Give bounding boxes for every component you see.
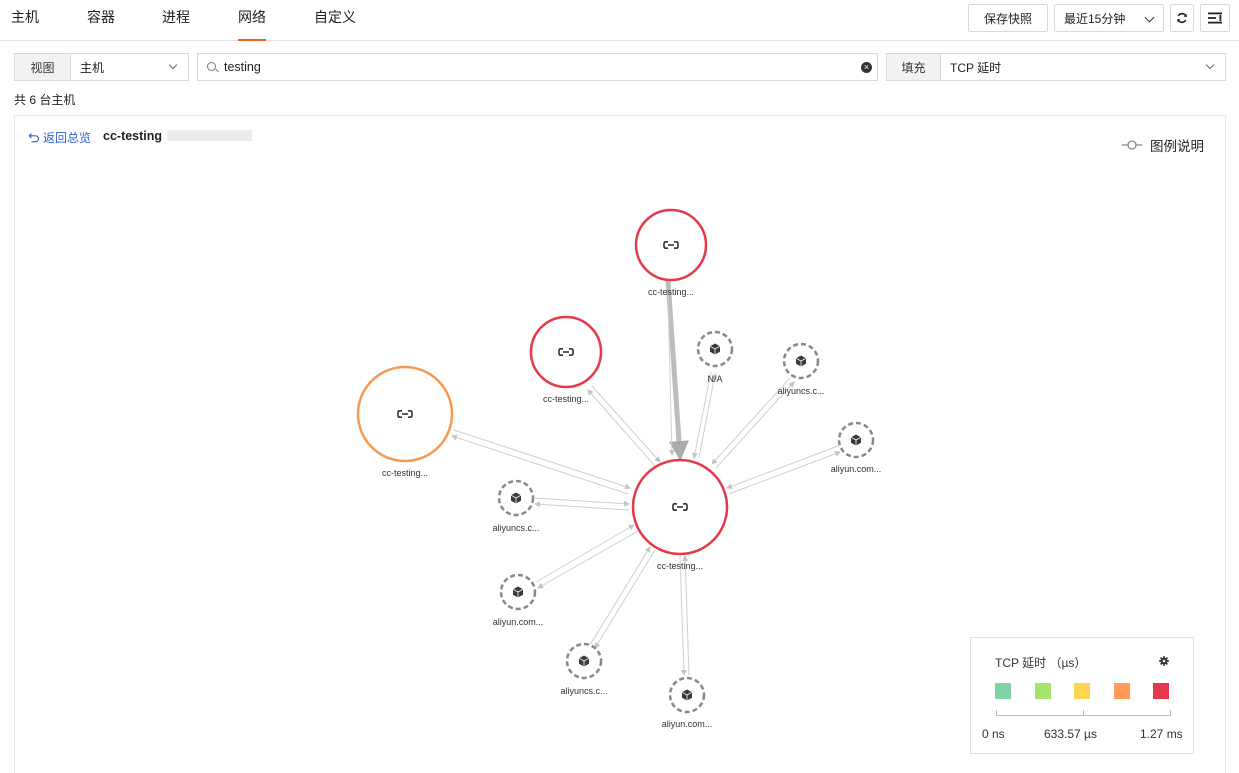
gear-icon[interactable] (1159, 656, 1169, 666)
node-label: aliyuncs.c... (777, 386, 824, 396)
legend-tick-min: 0 ns (982, 727, 1005, 741)
node-label: cc-testing... (382, 468, 428, 478)
node-label: cc-testing... (648, 287, 694, 297)
node-left-host[interactable]: cc-testing... (356, 365, 454, 478)
legend-swatch-1 (995, 683, 1011, 699)
legend-swatch-3 (1074, 683, 1090, 699)
legend-swatch-5 (1153, 683, 1169, 699)
node-ext-aliyuncs-3[interactable]: aliyuncs.c... (560, 642, 608, 696)
node-ext-aliyun-com-2[interactable]: aliyun.com... (493, 573, 544, 627)
legend-swatch-4 (1114, 683, 1130, 699)
node-label: aliyun.com... (493, 617, 544, 627)
legend-tick-mid: 633.57 µs (1044, 727, 1097, 741)
node-label: aliyuncs.c... (492, 523, 539, 533)
node-midleft-host[interactable]: cc-testing... (529, 315, 603, 404)
node-na-external[interactable]: N/A (696, 330, 734, 384)
node-ext-aliyun-com-3[interactable]: aliyun.com... (662, 676, 713, 729)
node-label: N/A (707, 374, 722, 384)
node-ext-aliyun-com-1[interactable]: aliyun.com... (831, 421, 882, 474)
tcp-latency-legend: TCP 延时 （µs） 0 ns 633.57 µs 1.27 ms (970, 637, 1194, 754)
node-label: aliyuncs.c... (560, 686, 607, 696)
node-label: aliyun.com... (831, 464, 882, 474)
node-label: cc-testing... (543, 394, 589, 404)
node-center-host[interactable]: cc-testing... (631, 458, 729, 571)
node-ext-aliyuncs-2[interactable]: aliyuncs.c... (492, 479, 540, 533)
node-label: cc-testing... (657, 561, 703, 571)
legend-title: TCP 延时 （µs） (995, 656, 1087, 670)
node-label: aliyun.com... (662, 719, 713, 729)
node-top-host[interactable]: cc-testing... (634, 208, 708, 297)
node-ext-aliyuncs-1[interactable]: aliyuncs.c... (777, 342, 825, 396)
legend-tick-max: 1.27 ms (1140, 727, 1183, 741)
legend-scale (996, 708, 1171, 716)
legend-swatch-2 (1035, 683, 1051, 699)
